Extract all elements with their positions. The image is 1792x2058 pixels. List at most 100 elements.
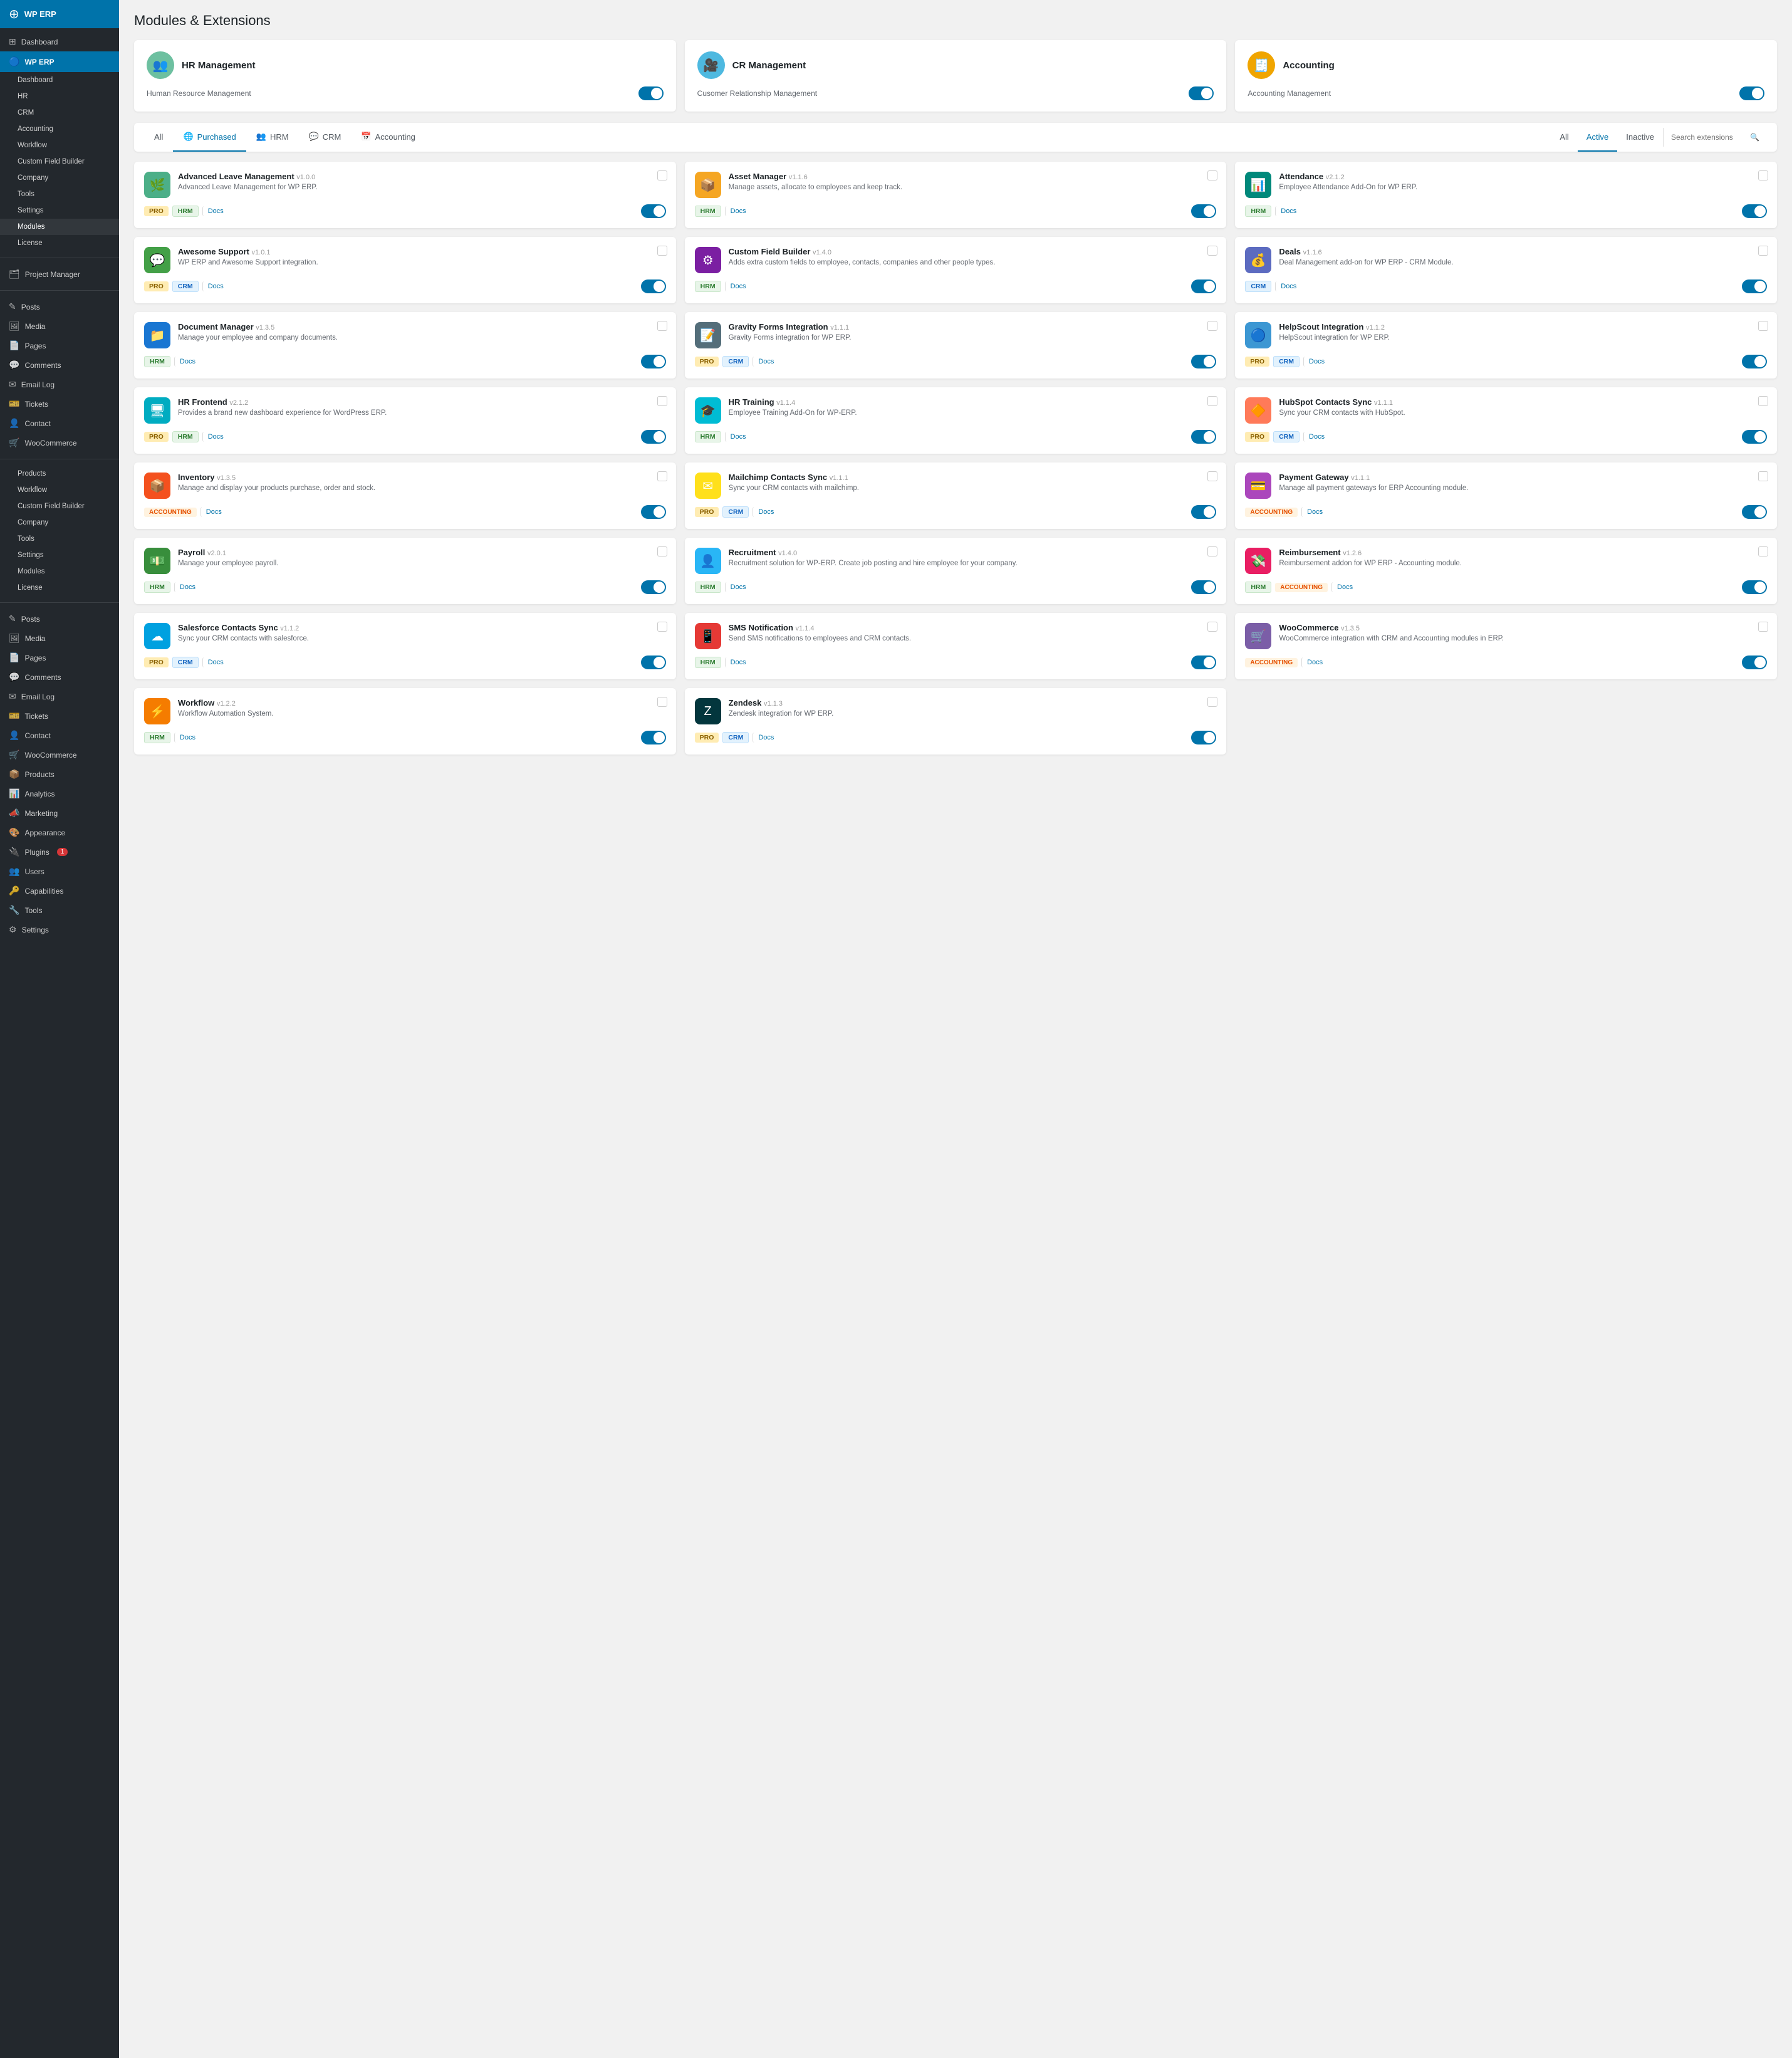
sidebar-item-dashboard[interactable]: Dashboard	[0, 72, 119, 88]
sidebar-item-pages2[interactable]: 📄Pages	[0, 648, 119, 667]
module-checkbox[interactable]	[1207, 321, 1217, 331]
module-toggle[interactable]	[641, 580, 666, 594]
module-toggle[interactable]	[641, 430, 666, 444]
module-toggle[interactable]	[641, 204, 666, 218]
sidebar-item-media2[interactable]: 🖼Media	[0, 629, 119, 648]
sidebar-item-posts2[interactable]: ✎Posts	[0, 609, 119, 629]
module-checkbox[interactable]	[1207, 396, 1217, 406]
module-tag[interactable]: Docs	[174, 357, 201, 367]
filter-tab-hrm[interactable]: 👥 HRM	[246, 123, 299, 152]
sidebar-item-contact2[interactable]: 👤Contact	[0, 726, 119, 745]
module-checkbox[interactable]	[1207, 170, 1217, 180]
module-toggle[interactable]	[641, 279, 666, 293]
module-tag[interactable]: Docs	[753, 507, 779, 517]
sidebar-item-emaillog[interactable]: ✉Email Log	[0, 375, 119, 394]
status-tab-inactive[interactable]: Inactive	[1617, 123, 1663, 152]
sidebar-item-license2[interactable]: License	[0, 580, 119, 596]
sidebar-item-users[interactable]: 👥Users	[0, 862, 119, 881]
module-tag[interactable]: Docs	[753, 733, 779, 743]
module-tag[interactable]: Docs	[1331, 582, 1358, 592]
accounting-toggle[interactable]	[1739, 86, 1764, 100]
sidebar-item-tickets2[interactable]: 🎫Tickets	[0, 706, 119, 726]
module-toggle[interactable]	[641, 355, 666, 368]
module-tag[interactable]: Docs	[201, 507, 227, 517]
sidebar-item-products[interactable]: Products	[0, 466, 119, 482]
module-tag[interactable]: Docs	[753, 357, 779, 367]
sidebar-item-posts[interactable]: ✎Posts	[0, 297, 119, 316]
module-toggle[interactable]	[1742, 355, 1767, 368]
module-tag[interactable]: Docs	[725, 432, 751, 442]
sidebar-item-pages[interactable]: 📄Pages	[0, 336, 119, 355]
filter-tab-all[interactable]: All	[144, 123, 173, 152]
module-checkbox[interactable]	[1758, 170, 1768, 180]
module-tag[interactable]: Docs	[725, 582, 751, 592]
module-toggle[interactable]	[1191, 355, 1216, 368]
module-checkbox[interactable]	[1207, 546, 1217, 556]
sidebar-item-settings3[interactable]: ⚙Settings	[0, 920, 119, 939]
crm-toggle[interactable]	[1189, 86, 1214, 100]
module-checkbox[interactable]	[1758, 246, 1768, 256]
module-checkbox[interactable]	[657, 622, 667, 632]
status-tab-active[interactable]: Active	[1578, 123, 1617, 152]
module-toggle[interactable]	[1191, 430, 1216, 444]
module-checkbox[interactable]	[657, 170, 667, 180]
module-checkbox[interactable]	[657, 396, 667, 406]
module-toggle[interactable]	[1191, 580, 1216, 594]
sidebar-item-crm[interactable]: CRM	[0, 105, 119, 121]
module-checkbox[interactable]	[657, 471, 667, 481]
module-tag[interactable]: Docs	[1303, 432, 1330, 442]
sidebar-item-license[interactable]: License	[0, 235, 119, 251]
sidebar-item-settings2[interactable]: Settings	[0, 547, 119, 563]
module-checkbox[interactable]	[657, 321, 667, 331]
module-tag[interactable]: Docs	[202, 657, 229, 667]
module-toggle[interactable]	[1191, 279, 1216, 293]
module-tag[interactable]: Docs	[1275, 206, 1301, 216]
sidebar-item-modules2[interactable]: Modules	[0, 563, 119, 580]
module-tag[interactable]: Docs	[725, 281, 751, 291]
sidebar-item-media[interactable]: 🖼Media	[0, 316, 119, 336]
module-checkbox[interactable]	[657, 246, 667, 256]
sidebar-item-woocommerce2[interactable]: 🛒WooCommerce	[0, 745, 119, 765]
module-toggle[interactable]	[1742, 430, 1767, 444]
sidebar-item-comments2[interactable]: 💬Comments	[0, 667, 119, 687]
sidebar-item-wperp[interactable]: 🔵 WP ERP	[0, 51, 119, 72]
module-toggle[interactable]	[1191, 204, 1216, 218]
module-checkbox[interactable]	[1207, 246, 1217, 256]
module-tag[interactable]: Docs	[1301, 507, 1328, 517]
status-tab-all[interactable]: All	[1551, 123, 1577, 152]
hr-toggle[interactable]	[638, 86, 664, 100]
module-toggle[interactable]	[1742, 580, 1767, 594]
filter-tab-crm[interactable]: 💬 CRM	[299, 123, 352, 152]
module-toggle[interactable]	[1742, 505, 1767, 519]
sidebar-item-tools2[interactable]: Tools	[0, 531, 119, 547]
module-toggle[interactable]	[1742, 204, 1767, 218]
module-tag[interactable]: Docs	[174, 582, 201, 592]
filter-tab-accounting[interactable]: 📅 Accounting	[351, 123, 425, 152]
sidebar-item-company[interactable]: Company	[0, 170, 119, 186]
sidebar-item-emaillog2[interactable]: ✉Email Log	[0, 687, 119, 706]
sidebar-item-products2[interactable]: 📦Products	[0, 765, 119, 784]
module-checkbox[interactable]	[1758, 622, 1768, 632]
sidebar-item-marketing[interactable]: 📣Marketing	[0, 803, 119, 823]
sidebar-item-company2[interactable]: Company	[0, 514, 119, 531]
module-checkbox[interactable]	[1758, 546, 1768, 556]
sidebar-item-modules[interactable]: Modules	[0, 219, 119, 235]
module-toggle[interactable]	[641, 505, 666, 519]
sidebar-logo[interactable]: ⊕ WP ERP	[0, 0, 119, 28]
sidebar-item-tools[interactable]: Tools	[0, 186, 119, 202]
module-checkbox[interactable]	[657, 697, 667, 707]
module-tag[interactable]: Docs	[202, 281, 229, 291]
module-checkbox[interactable]	[1207, 697, 1217, 707]
module-toggle[interactable]	[641, 731, 666, 744]
module-toggle[interactable]	[641, 656, 666, 669]
search-box[interactable]: 🔍	[1663, 128, 1767, 147]
module-checkbox[interactable]	[1207, 622, 1217, 632]
sidebar-item-accounting[interactable]: Accounting	[0, 121, 119, 137]
sidebar-item-capabilities[interactable]: 🔑Capabilities	[0, 881, 119, 901]
module-toggle[interactable]	[1191, 731, 1216, 744]
module-toggle[interactable]	[1191, 505, 1216, 519]
sidebar-item-dashboard-top[interactable]: ⊞ Dashboard	[0, 32, 119, 51]
sidebar-item-cfb2[interactable]: Custom Field Builder	[0, 498, 119, 514]
module-toggle[interactable]	[1742, 279, 1767, 293]
module-tag[interactable]: Docs	[725, 657, 751, 667]
